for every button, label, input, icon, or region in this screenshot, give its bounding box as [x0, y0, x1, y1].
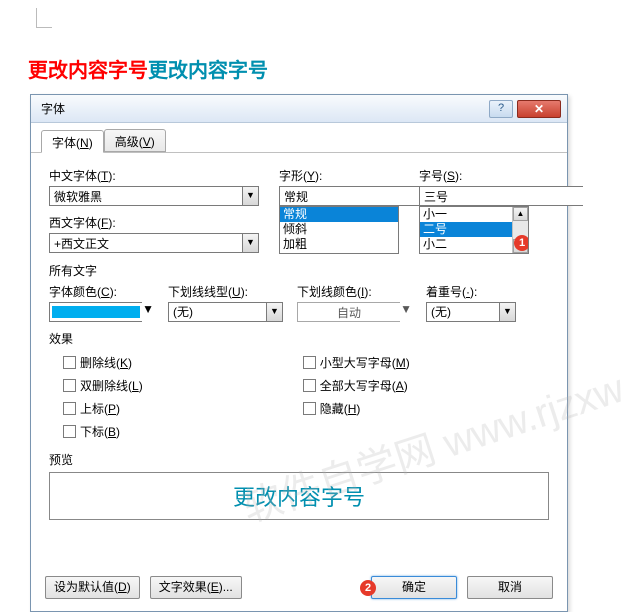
checkbox-icon[interactable]	[303, 356, 316, 369]
dialog-body: 软件自学网 www.rjzxw.com 中文字体(T): ▼ 西文字体(F): …	[31, 153, 567, 568]
tabbar: 字体(N) 高级(V)	[31, 123, 567, 153]
preview-box: 更改内容字号	[49, 472, 549, 520]
size-input[interactable]	[419, 186, 583, 206]
effects-left-col: 删除线(K) 双删除线(L) 上标(P) 下标(B)	[63, 351, 143, 443]
checkbox-icon[interactable]	[63, 402, 76, 415]
chevron-down-icon[interactable]: ▼	[242, 186, 259, 206]
effects-label: 效果	[49, 330, 549, 347]
tab-advanced-label: 高级	[115, 135, 139, 149]
west-font-label: 西文字体(F):	[49, 214, 259, 231]
tab-font[interactable]: 字体(N)	[41, 130, 104, 153]
cn-font-input[interactable]	[49, 186, 242, 206]
tab-font-label: 字体	[52, 136, 76, 150]
underline-label: 下划线线型(U):	[168, 283, 283, 300]
emphasis-combo[interactable]: (无) ▼	[426, 302, 516, 322]
checkbox-icon[interactable]	[303, 402, 316, 415]
chevron-down-icon[interactable]: ▼	[142, 302, 154, 322]
style-listbox[interactable]: 常规 倾斜 加粗	[279, 206, 399, 254]
checkbox-double-strike[interactable]: 双删除线(L)	[63, 377, 143, 394]
chevron-up-icon[interactable]: ▲	[513, 207, 528, 221]
cn-font-combo[interactable]: ▼	[49, 186, 259, 206]
style-input-combo[interactable]	[279, 186, 399, 206]
tab-advanced[interactable]: 高级(V)	[104, 129, 166, 152]
size-label: 字号(S):	[419, 167, 529, 184]
cn-font-label: 中文字体(T):	[49, 167, 259, 184]
preview-text: 更改内容字号	[233, 480, 365, 512]
checkbox-smallcaps[interactable]: 小型大写字母(M)	[303, 354, 410, 371]
underline-color-combo[interactable]: 自动 ▼	[297, 302, 412, 322]
effects-right-col: 小型大写字母(M) 全部大写字母(A) 隐藏(H)	[303, 351, 410, 443]
chevron-down-icon[interactable]: ▼	[400, 302, 412, 322]
checkbox-icon[interactable]	[63, 379, 76, 392]
west-font-input[interactable]	[49, 233, 242, 253]
set-default-button[interactable]: 设为默认值(D)	[45, 576, 140, 599]
close-button[interactable]: ✕	[517, 100, 561, 118]
list-item[interactable]: 小一	[420, 207, 512, 222]
dialog-title: 字体	[41, 100, 489, 117]
font-dialog: 字体 ? ✕ 字体(N) 高级(V) 软件自学网 www.rjzxw.com 中…	[30, 94, 568, 612]
chevron-down-icon[interactable]: ▼	[266, 302, 283, 322]
emphasis-label: 着重号(·):	[426, 283, 516, 300]
button-bar: 设为默认值(D) 文字效果(E)... 2 确定 取消	[31, 568, 567, 611]
list-item[interactable]: 常规	[280, 207, 398, 222]
all-text-label: 所有文字	[49, 262, 549, 279]
list-item[interactable]: 倾斜	[280, 222, 398, 237]
checkbox-icon[interactable]	[303, 379, 316, 392]
text-effects-button[interactable]: 文字效果(E)...	[150, 576, 242, 599]
help-button[interactable]: ?	[489, 100, 513, 118]
chevron-down-icon[interactable]: ▼	[242, 233, 259, 253]
header-red: 更改内容字号	[28, 60, 148, 82]
checkbox-subscript[interactable]: 下标(B)	[63, 423, 143, 440]
size-listbox[interactable]: 小一 二号 小二 ▲ ▼ 1	[419, 206, 529, 254]
checkbox-hidden[interactable]: 隐藏(H)	[303, 400, 410, 417]
list-item[interactable]: 二号	[420, 222, 512, 237]
checkbox-icon[interactable]	[63, 356, 76, 369]
list-item[interactable]: 小二	[420, 237, 512, 252]
color-swatch	[52, 306, 140, 318]
list-item[interactable]: 加粗	[280, 237, 398, 252]
cancel-button[interactable]: 取消	[467, 576, 553, 599]
size-input-combo[interactable]	[419, 186, 529, 206]
titlebar: 字体 ? ✕	[31, 95, 567, 123]
callout-badge-2: 2	[360, 580, 376, 596]
callout-badge-1: 1	[514, 235, 529, 251]
header-teal: 更改内容字号	[148, 60, 268, 82]
underline-combo[interactable]: (无) ▼	[168, 302, 283, 322]
font-color-combo[interactable]: ▼	[49, 302, 154, 322]
ok-button[interactable]: 2 确定	[371, 576, 457, 599]
style-label: 字形(Y):	[279, 167, 399, 184]
checkbox-allcaps[interactable]: 全部大写字母(A)	[303, 377, 410, 394]
chevron-down-icon[interactable]: ▼	[499, 302, 516, 322]
header-sample-text: 更改内容字号更改内容字号	[28, 54, 268, 83]
underline-color-label: 下划线颜色(I):	[297, 283, 412, 300]
font-color-label: 字体颜色(C):	[49, 283, 154, 300]
text-cursor-corner	[36, 8, 52, 28]
checkbox-strikethrough[interactable]: 删除线(K)	[63, 354, 143, 371]
checkbox-icon[interactable]	[63, 425, 76, 438]
checkbox-superscript[interactable]: 上标(P)	[63, 400, 143, 417]
west-font-combo[interactable]: ▼	[49, 233, 259, 253]
preview-label: 预览	[49, 451, 549, 468]
